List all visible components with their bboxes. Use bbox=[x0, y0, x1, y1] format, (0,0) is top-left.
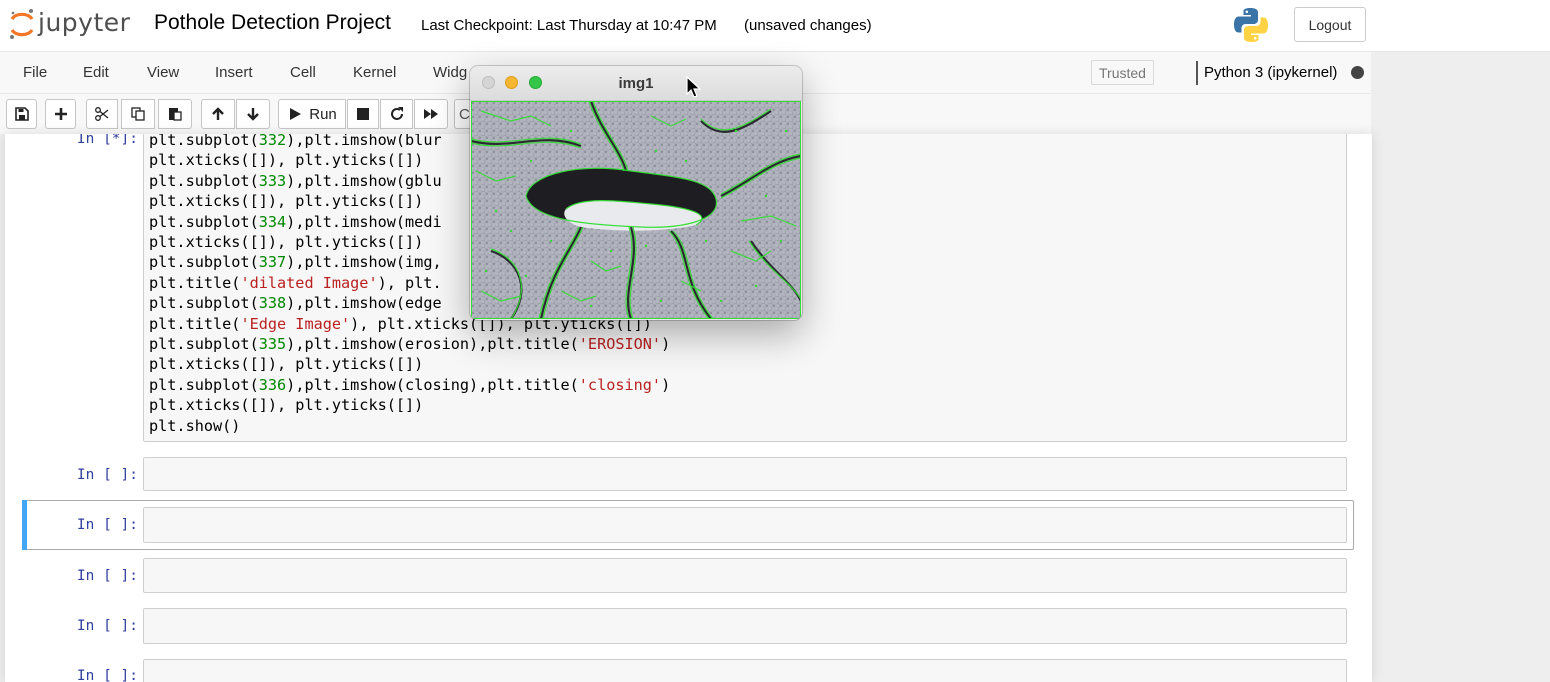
plus-icon bbox=[54, 108, 67, 120]
cell-prompt-empty: In [ ]: bbox=[76, 517, 138, 533]
jupyter-logo-icon bbox=[10, 9, 34, 39]
save-button[interactable] bbox=[6, 99, 37, 129]
run-label: Run bbox=[309, 105, 337, 123]
code-line: plt.subplot(334),plt.imshow(medi bbox=[149, 212, 442, 231]
code-line: plt.show() bbox=[149, 416, 241, 435]
window-title: img1 bbox=[618, 75, 654, 92]
code-line: plt.subplot(333),plt.imshow(gblu bbox=[149, 171, 442, 190]
code-line: plt.subplot(332),plt.imshow(blur bbox=[149, 134, 442, 149]
move-up-button[interactable] bbox=[201, 99, 235, 129]
image-window[interactable]: img1 bbox=[470, 66, 802, 320]
menu-view[interactable]: View bbox=[147, 64, 179, 81]
window-titlebar[interactable]: img1 bbox=[470, 66, 802, 101]
restart-button[interactable] bbox=[380, 99, 413, 129]
code-line: plt.xticks([]), plt.yticks([]) bbox=[149, 151, 424, 170]
code-line: plt.xticks([]), plt.yticks([]) bbox=[149, 396, 424, 415]
logout-button[interactable]: Logout bbox=[1294, 7, 1366, 42]
play-icon bbox=[290, 108, 302, 120]
interrupt-button[interactable] bbox=[347, 99, 379, 129]
cut-icon bbox=[95, 107, 109, 121]
insert-cell-button[interactable] bbox=[45, 99, 76, 129]
arrow-down-icon bbox=[247, 108, 259, 121]
cell-prompt-running: In [*]: bbox=[76, 134, 138, 147]
cell-prompt-empty: In [ ]: bbox=[76, 568, 138, 584]
code-line: plt.xticks([]), plt.yticks([]) bbox=[149, 355, 424, 374]
copy-button[interactable] bbox=[121, 99, 155, 129]
code-line: plt.subplot(336),plt.imshow(closing),plt… bbox=[149, 375, 671, 394]
code-line: plt.subplot(338),plt.imshow(edge bbox=[149, 294, 442, 313]
kernel-name[interactable]: Python 3 (ipykernel) bbox=[1204, 64, 1337, 81]
header: jupyter Pothole Detection Project Last C… bbox=[0, 0, 1550, 52]
copy-icon bbox=[131, 107, 145, 121]
cell-prompt-empty: In [ ]: bbox=[76, 668, 138, 682]
stop-icon bbox=[357, 108, 369, 120]
paste-button[interactable] bbox=[158, 99, 192, 129]
menu-kernel[interactable]: Kernel bbox=[353, 64, 396, 81]
empty-cell-input[interactable] bbox=[143, 659, 1347, 682]
restart-icon bbox=[390, 107, 403, 120]
mouse-cursor-icon bbox=[686, 76, 702, 98]
cell-prompt-empty: In [ ]: bbox=[76, 618, 138, 634]
code-line: plt.xticks([]), plt.yticks([]) bbox=[149, 192, 424, 211]
logo-text: jupyter bbox=[38, 7, 131, 37]
python-logo-icon bbox=[1234, 8, 1268, 42]
code-line: plt.subplot(337),plt.imshow(img, bbox=[149, 253, 442, 272]
empty-cell-input[interactable] bbox=[143, 558, 1347, 593]
fast-forward-icon bbox=[424, 109, 438, 119]
empty-cell-input[interactable] bbox=[143, 608, 1347, 644]
code-line: plt.subplot(335),plt.imshow(erosion),plt… bbox=[149, 335, 671, 353]
menu-file[interactable]: File bbox=[23, 64, 47, 81]
move-down-button[interactable] bbox=[236, 99, 270, 129]
menu-widgets[interactable]: Widg bbox=[433, 64, 467, 81]
kernel-busy-indicator bbox=[1351, 66, 1364, 79]
kernel-separator bbox=[1196, 61, 1198, 85]
run-button[interactable]: Run bbox=[278, 99, 346, 129]
cell-prompt-empty: In [ ]: bbox=[76, 467, 138, 483]
pothole-edge-image bbox=[471, 101, 801, 319]
notebook-title[interactable]: Pothole Detection Project bbox=[154, 11, 391, 35]
menu-cell[interactable]: Cell bbox=[290, 64, 316, 81]
autosave-status: (unsaved changes) bbox=[744, 17, 872, 34]
code-line: plt.title('dilated Image'), plt. bbox=[149, 273, 442, 292]
paste-icon bbox=[169, 108, 182, 121]
trusted-badge[interactable]: Trusted bbox=[1091, 60, 1154, 85]
jupyter-logo[interactable]: jupyter bbox=[8, 6, 130, 42]
menu-insert[interactable]: Insert bbox=[215, 64, 253, 81]
empty-cell-input[interactable] bbox=[143, 507, 1347, 543]
menu-edit[interactable]: Edit bbox=[83, 64, 109, 81]
arrow-up-icon bbox=[212, 107, 224, 120]
restart-run-all-button[interactable] bbox=[414, 99, 448, 129]
checkpoint-status: Last Checkpoint: Last Thursday at 10:47 … bbox=[421, 17, 717, 34]
empty-cell-input[interactable] bbox=[143, 457, 1347, 491]
cut-button[interactable] bbox=[86, 99, 118, 129]
code-line: plt.xticks([]), plt.yticks([]) bbox=[149, 233, 424, 251]
save-icon bbox=[14, 107, 29, 121]
